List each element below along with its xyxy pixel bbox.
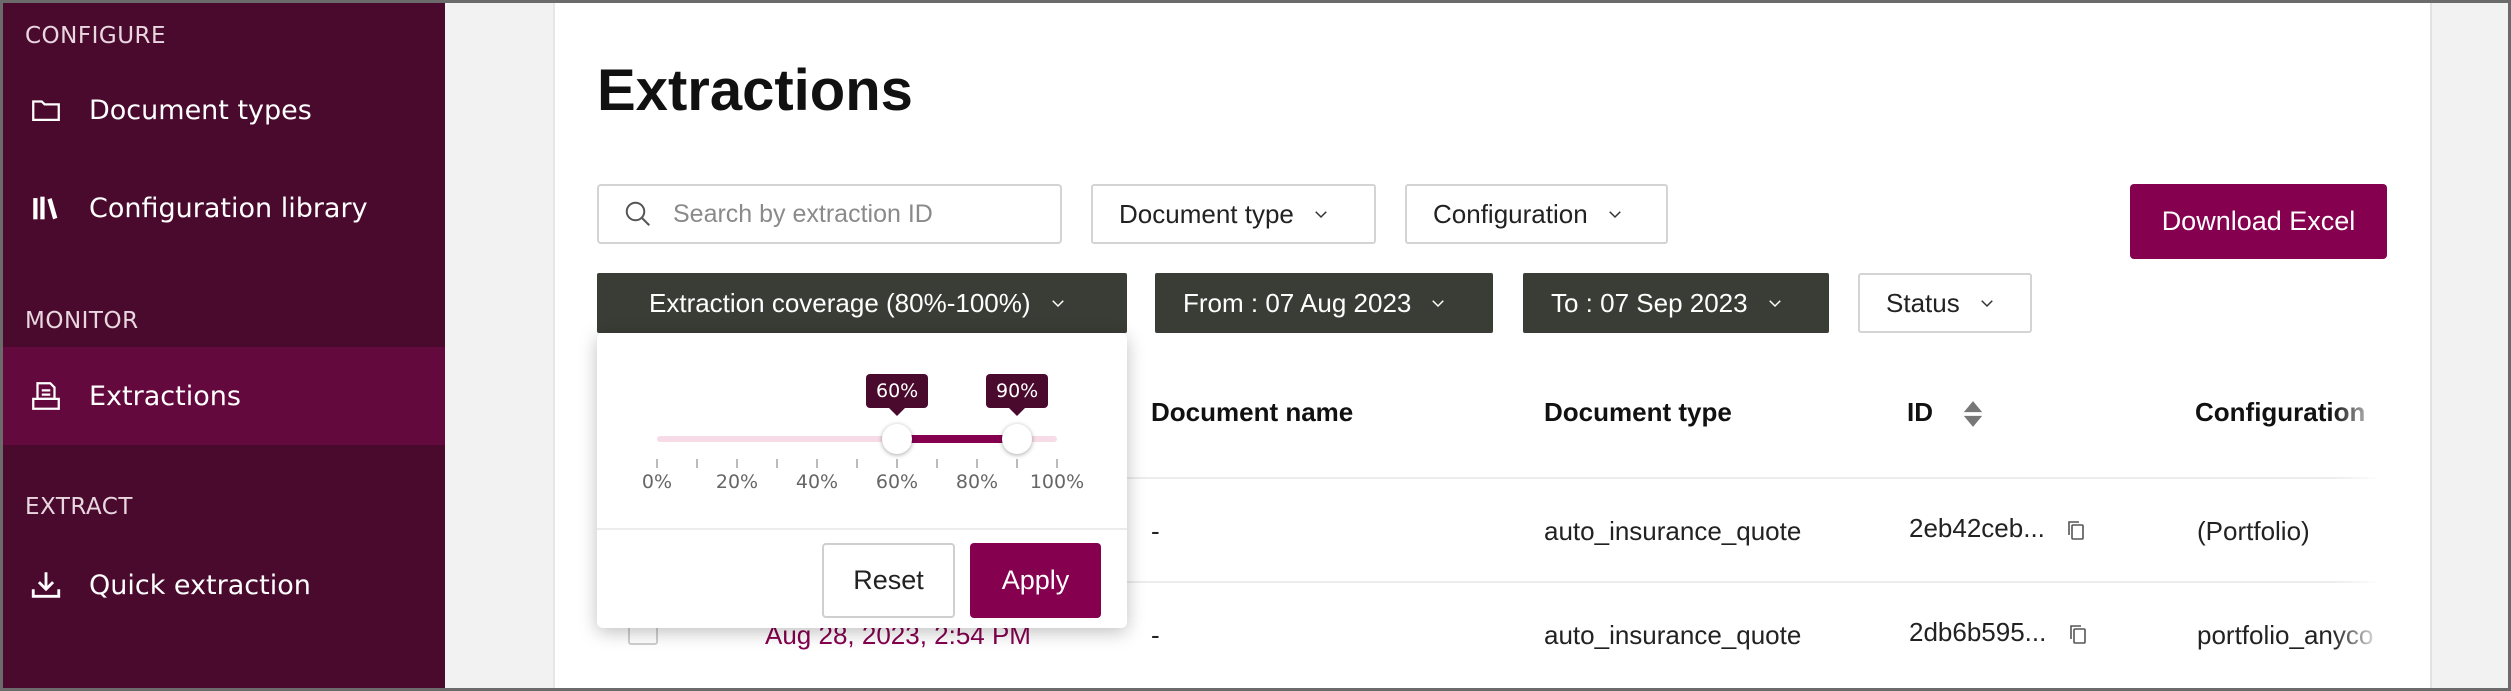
cell-id: 2db6b595... — [1909, 617, 2090, 648]
slider-tick — [776, 459, 778, 468]
sort-icon[interactable] — [1962, 399, 1984, 429]
table-fade-overlay — [2333, 373, 2383, 673]
sidebar: CONFIGURE Document types Configuration l… — [3, 3, 445, 688]
sidebar-item-quick-extraction[interactable]: Quick extraction — [3, 536, 445, 634]
section-extract: EXTRACT — [25, 494, 133, 520]
chevron-down-icon — [1978, 294, 1996, 312]
status-dropdown[interactable]: Status — [1858, 273, 2032, 333]
slider-tick — [696, 459, 698, 468]
slider-tick-label: 60% — [875, 471, 919, 493]
document-type-dropdown[interactable]: Document type — [1091, 184, 1376, 244]
sidebar-item-extractions[interactable]: Extractions — [3, 347, 445, 445]
id-text: 2db6b595... — [1909, 617, 2047, 647]
coverage-popover: 60% 90% 0% 20% 40% 60% 80% 100% Reset Apply — [597, 333, 1127, 628]
chevron-down-icon — [1049, 294, 1067, 312]
left-gutter — [445, 3, 553, 688]
sidebar-item-label: Document types — [89, 94, 312, 126]
reset-button[interactable]: Reset — [822, 543, 955, 618]
library-icon — [29, 191, 63, 225]
cell-document-name: - — [1151, 620, 1160, 650]
popover-divider — [597, 528, 1127, 530]
sidebar-item-label: Quick extraction — [89, 569, 311, 601]
section-monitor: MONITOR — [25, 308, 139, 334]
slider-tick-label: 20% — [715, 471, 759, 493]
chevron-down-icon — [1312, 205, 1330, 223]
search-box[interactable] — [597, 184, 1062, 244]
slider-tick — [976, 459, 978, 468]
slider-min-handle[interactable] — [882, 424, 912, 454]
dropdown-label: Configuration — [1433, 198, 1588, 229]
slider-tick — [816, 459, 818, 468]
configuration-dropdown[interactable]: Configuration — [1405, 184, 1668, 244]
cell-configuration: (Portfolio) — [2197, 516, 2310, 546]
apply-button[interactable]: Apply — [970, 543, 1101, 618]
col-document-name[interactable]: Document name — [1151, 397, 1353, 428]
col-id[interactable]: ID — [1907, 397, 1984, 429]
slider-selected-range — [897, 435, 1017, 443]
slider-tick-label: 80% — [955, 471, 999, 493]
sidebar-item-label: Configuration library — [89, 192, 368, 224]
dropdown-label: Document type — [1119, 198, 1294, 229]
slider-tick-label: 40% — [795, 471, 839, 493]
search-input[interactable] — [673, 199, 1053, 229]
dropdown-label: Status — [1886, 287, 1960, 318]
cell-document-type: auto_insurance_quote — [1544, 516, 1802, 546]
slider-max-handle[interactable] — [1002, 424, 1032, 454]
sidebar-item-document-types[interactable]: Document types — [3, 61, 445, 159]
to-date-chip[interactable]: To : 07 Sep 2023 — [1523, 273, 1829, 333]
copy-icon[interactable] — [2066, 621, 2090, 647]
slider-tick — [736, 459, 738, 468]
slider-tick — [936, 459, 938, 468]
section-configure: CONFIGURE — [25, 23, 167, 49]
id-text: 2eb42ceb... — [1909, 513, 2045, 543]
max-value-bubble: 90% — [986, 374, 1049, 416]
copy-icon[interactable] — [2064, 517, 2088, 543]
search-icon — [625, 201, 650, 226]
app-frame: CONFIGURE Document types Configuration l… — [0, 0, 2511, 691]
slider-tick — [1016, 459, 1018, 468]
folder-icon — [29, 93, 63, 127]
chip-label: To : 07 Sep 2023 — [1551, 287, 1748, 318]
chevron-down-icon — [1606, 205, 1624, 223]
chevron-down-icon — [1429, 294, 1447, 312]
slider-tick-label: 0% — [641, 471, 673, 493]
chevron-down-icon — [1766, 294, 1784, 312]
cell-document-name: - — [1151, 516, 1160, 546]
cell-id: 2eb42ceb... — [1909, 513, 2088, 544]
download-excel-button[interactable]: Download Excel — [2130, 184, 2387, 259]
chip-label: Extraction coverage (80%-100%) — [649, 287, 1031, 318]
page-title: Extractions — [597, 58, 913, 123]
chip-label: From : 07 Aug 2023 — [1183, 287, 1412, 318]
coverage-filter-chip[interactable]: Extraction coverage (80%-100%) — [597, 273, 1127, 333]
right-gutter — [2430, 3, 2508, 688]
from-date-chip[interactable]: From : 07 Aug 2023 — [1155, 273, 1493, 333]
download-icon — [29, 568, 63, 602]
extractions-icon — [29, 379, 63, 413]
slider-tick — [656, 459, 658, 468]
cell-document-type: auto_insurance_quote — [1544, 620, 1802, 650]
slider-tick — [1056, 459, 1058, 468]
col-document-type[interactable]: Document type — [1544, 397, 1732, 428]
slider-tick-label: 100% — [1029, 471, 1085, 493]
slider-tick — [896, 459, 898, 468]
sidebar-item-label: Extractions — [89, 380, 241, 412]
col-id-label: ID — [1907, 397, 1933, 427]
min-value-bubble: 60% — [866, 374, 929, 416]
sidebar-item-configuration-library[interactable]: Configuration library — [3, 159, 445, 257]
slider-tick — [856, 459, 858, 468]
